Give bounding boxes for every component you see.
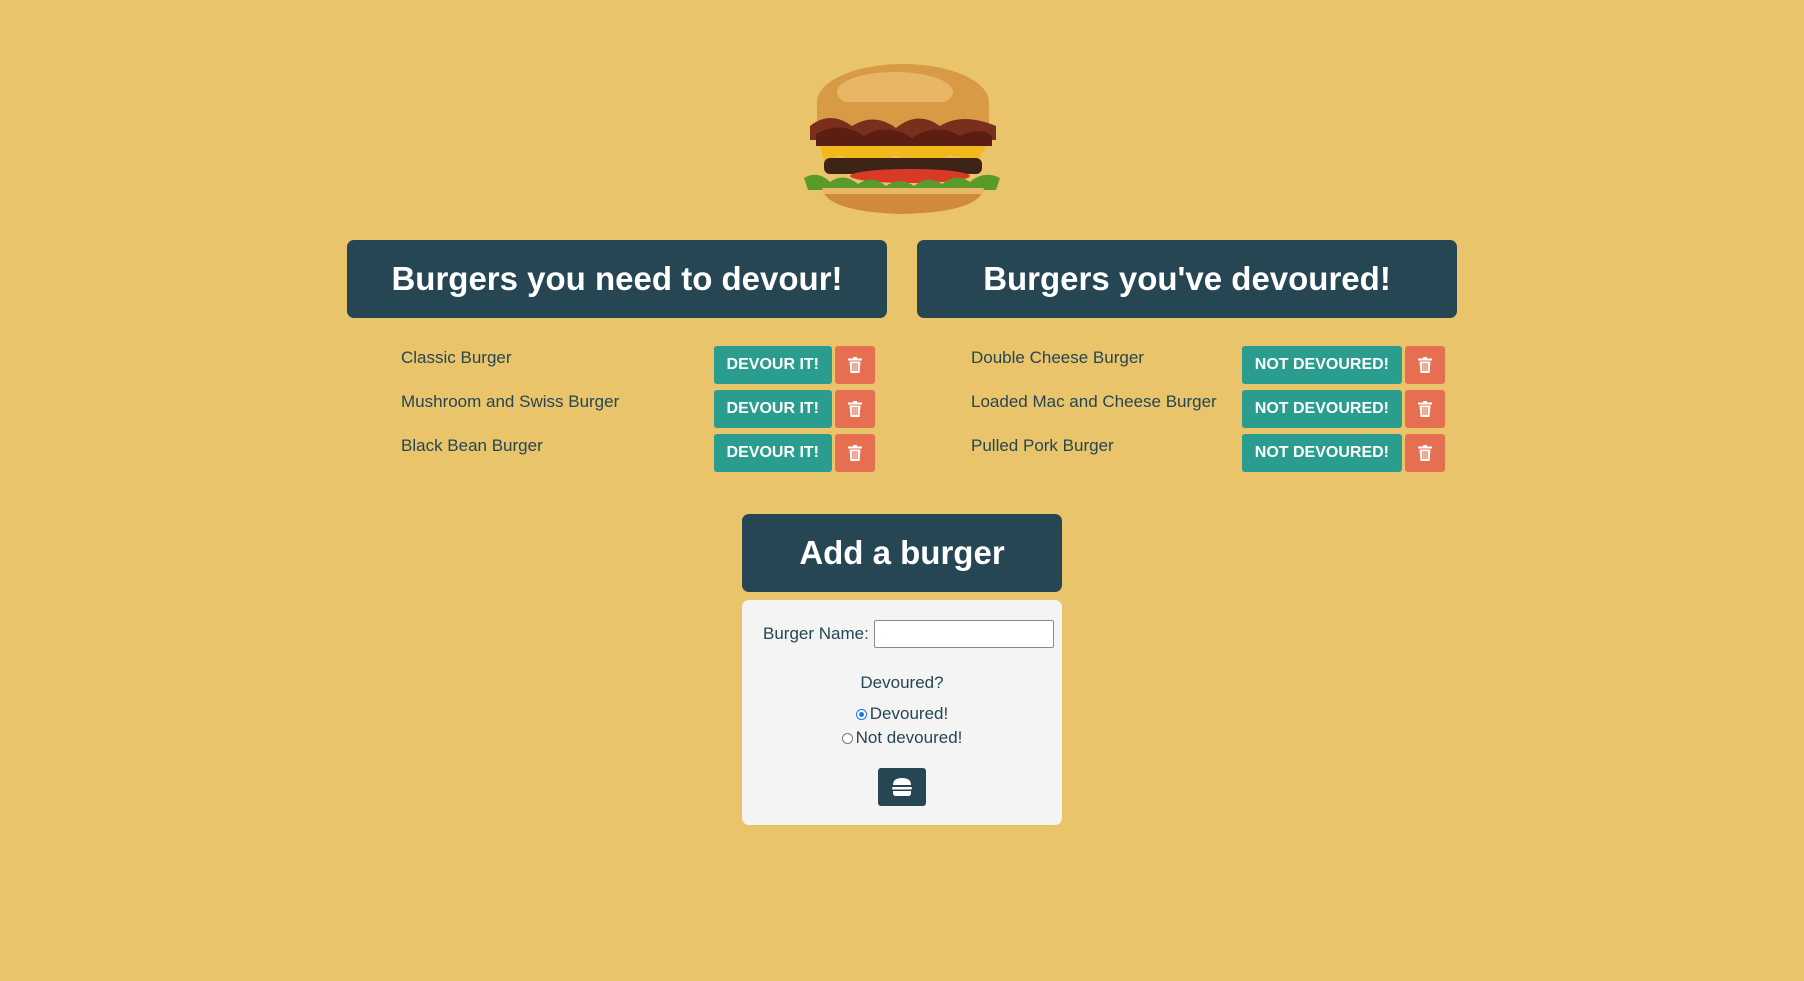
row-actions: NOT DEVOURED! [1241,390,1445,428]
trash-icon [1418,357,1432,373]
add-burger-submit-button[interactable] [878,768,926,806]
delete-button[interactable] [835,390,875,428]
burger-hero-image [800,60,1006,220]
burger-name-label: Burger Name: [763,624,869,643]
devour-it-button[interactable]: DEVOUR IT! [713,434,832,472]
delete-button[interactable] [1405,390,1445,428]
devoured-question: Devoured? [860,673,944,692]
row-actions: NOT DEVOURED! [1241,434,1445,472]
burger-row: Pulled Pork Burger NOT DEVOURED! [971,434,1445,472]
devoured-heading: Burgers you've devoured! [917,240,1457,318]
trash-icon [1418,445,1432,461]
page: Burgers you need to devour! Burgers you'… [0,0,1804,981]
burger-row: Mushroom and Swiss Burger DEVOUR IT! [401,390,875,428]
radio-devoured[interactable]: Devoured! [742,704,1062,724]
devour-it-button[interactable]: DEVOUR IT! [713,346,832,384]
burger-row: Black Bean Burger DEVOUR IT! [401,434,875,472]
radio-button-checked[interactable] [855,708,867,720]
to-devour-heading: Burgers you need to devour! [347,240,887,318]
burger-name: Pulled Pork Burger [971,436,1114,455]
burger-name: Black Bean Burger [401,436,543,455]
burger-name: Classic Burger [401,348,512,367]
radio-not-devoured-label: Not devoured! [855,728,963,747]
row-actions: DEVOUR IT! [713,434,875,472]
burger-name-input[interactable] [873,620,1054,648]
burger-name: Loaded Mac and Cheese Burger [971,392,1217,411]
delete-button[interactable] [1405,346,1445,384]
add-burger-form: Burger Name: Devoured? Devoured! Not dev… [742,600,1062,825]
burger-name: Double Cheese Burger [971,348,1144,367]
row-actions: NOT DEVOURED! [1241,346,1445,384]
radio-button-unchecked[interactable] [841,732,853,744]
trash-icon [1418,401,1432,417]
row-actions: DEVOUR IT! [713,390,875,428]
devoured-list: Double Cheese Burger NOT DEVOURED! Loade… [971,346,1445,478]
burger-name-row: Burger Name: [763,620,1054,648]
trash-icon [848,401,862,417]
devour-it-button[interactable]: DEVOUR IT! [713,390,832,428]
burger-name: Mushroom and Swiss Burger [401,392,620,411]
burger-image-icon [804,64,1000,214]
trash-icon [848,445,862,461]
to-devour-list: Classic Burger DEVOUR IT! Mushroom and S… [401,346,875,478]
not-devoured-button[interactable]: NOT DEVOURED! [1241,390,1402,428]
burger-row: Loaded Mac and Cheese Burger NOT DEVOURE… [971,390,1445,428]
burger-row: Double Cheese Burger NOT DEVOURED! [971,346,1445,384]
not-devoured-button[interactable]: NOT DEVOURED! [1241,434,1402,472]
add-burger-heading: Add a burger [742,514,1062,592]
trash-icon [848,357,862,373]
hamburger-icon [892,778,912,796]
row-actions: DEVOUR IT! [713,346,875,384]
delete-button[interactable] [835,346,875,384]
radio-not-devoured[interactable]: Not devoured! [742,728,1062,748]
delete-button[interactable] [1405,434,1445,472]
radio-devoured-label: Devoured! [869,704,949,723]
burger-row: Classic Burger DEVOUR IT! [401,346,875,384]
not-devoured-button[interactable]: NOT DEVOURED! [1241,346,1402,384]
delete-button[interactable] [835,434,875,472]
